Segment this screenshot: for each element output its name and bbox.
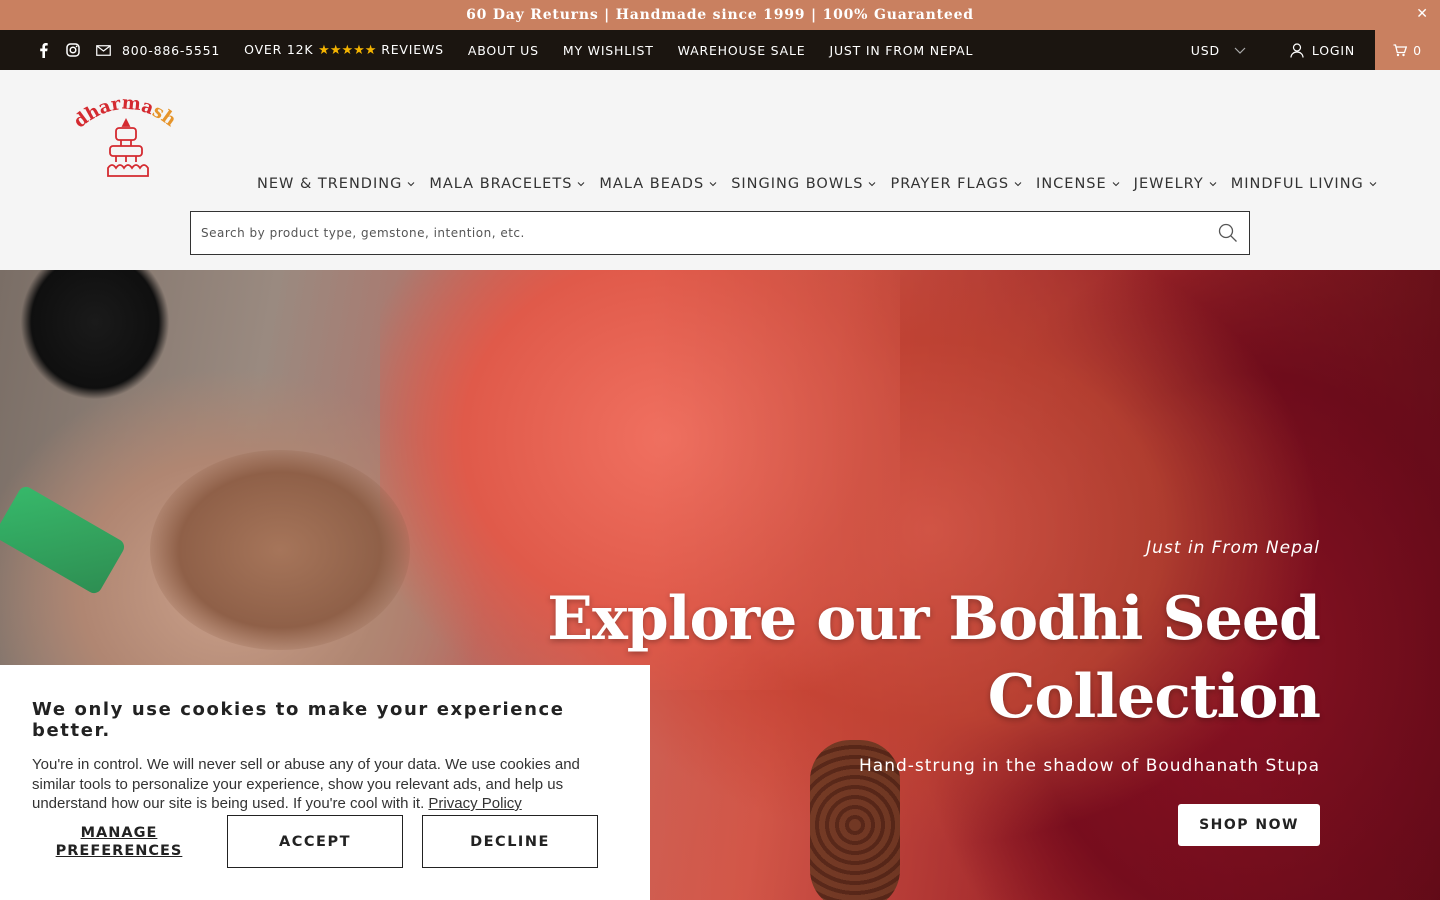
nav-new-trending[interactable]: NEW & TRENDING [257, 176, 415, 192]
login-label: LOGIN [1311, 42, 1355, 58]
dharmashop-logo[interactable]: dharmashop [72, 90, 180, 182]
site-header: dharmashop NEW & TRENDING MALA BRACELETS… [0, 70, 1440, 270]
currency-value: USD [1190, 42, 1220, 58]
instagram-icon[interactable] [58, 30, 88, 70]
nav-label: JEWELRY [1133, 176, 1204, 192]
manage-line: PREFERENCES [55, 842, 183, 859]
nav-label: MINDFUL LIVING [1230, 176, 1364, 192]
chevron-down-icon [1234, 47, 1246, 54]
hero-kicker: Just in From Nepal [1146, 538, 1320, 558]
facebook-icon[interactable] [28, 30, 58, 70]
announcement-bar: 60 Day Returns | Handmade since 1999 | 1… [0, 0, 1440, 30]
cart-button[interactable]: 0 [1375, 30, 1440, 70]
cart-icon [1393, 43, 1408, 56]
nav-label: PRAYER FLAGS [890, 176, 1010, 192]
just-in-from-nepal-link[interactable]: JUST IN FROM NEPAL [829, 43, 973, 58]
main-navigation: NEW & TRENDING MALA BRACELETS MALA BEADS… [257, 176, 1391, 192]
chevron-down-icon [1209, 182, 1217, 187]
warehouse-sale-link[interactable]: WAREHOUSE SALE [678, 43, 806, 58]
hero-subtitle: Hand-strung in the shadow of Boudhanath … [859, 756, 1320, 776]
nav-mala-beads[interactable]: MALA BEADS [599, 176, 717, 192]
search-icon[interactable] [1207, 223, 1249, 243]
manage-preferences-button[interactable]: MANAGE PREFERENCES [32, 824, 206, 860]
announcement-text: 60 Day Returns | Handmade since 1999 | 1… [466, 7, 974, 23]
hero-copy: Just in From Nepal Explore our Bodhi See… [547, 538, 1321, 846]
hero-title: Explore our Bodhi Seed Collection [547, 580, 1321, 736]
search-input[interactable] [191, 212, 1207, 254]
chevron-down-icon [1112, 182, 1120, 187]
nav-prayer-flags[interactable]: PRAYER FLAGS [890, 176, 1022, 192]
cookie-title: We only use cookies to make your experie… [32, 699, 565, 741]
phone-link[interactable]: 800-886-5551 [122, 43, 220, 58]
top-utility-bar: 800-886-5551 OVER 12K ★★★★★ REVIEWS ABOU… [0, 30, 1440, 70]
my-wishlist-link[interactable]: MY WISHLIST [563, 43, 654, 58]
reviews-link[interactable]: OVER 12K ★★★★★ REVIEWS [244, 42, 444, 58]
nav-label: SINGING BOWLS [731, 176, 864, 192]
chevron-down-icon [1014, 182, 1022, 187]
login-link[interactable]: LOGIN [1290, 43, 1355, 58]
close-icon[interactable]: ✕ [1416, 6, 1428, 22]
currency-selector[interactable]: USD [1191, 43, 1246, 58]
search-bar [190, 211, 1250, 255]
reviews-suffix: REVIEWS [381, 42, 444, 57]
chevron-down-icon [407, 182, 415, 187]
hero-title-line: Collection [987, 662, 1321, 732]
hero-title-line: Explore our Bodhi Seed [547, 584, 1321, 654]
nav-label: NEW & TRENDING [257, 176, 403, 192]
manage-line: MANAGE [80, 824, 158, 841]
nav-incense[interactable]: INCENSE [1036, 176, 1120, 192]
cookie-body: You're in control. We will never sell or… [32, 755, 592, 814]
about-us-link[interactable]: ABOUT US [468, 43, 539, 58]
shop-now-button[interactable]: SHOP NOW [1178, 804, 1320, 846]
reviews-prefix: OVER 12K [244, 42, 314, 57]
cookie-consent-banner: We only use cookies to make your experie… [0, 665, 650, 900]
privacy-policy-link[interactable]: Privacy Policy [428, 795, 521, 812]
nav-label: MALA BRACELETS [429, 176, 573, 192]
topbar-right: USD LOGIN 0 [1191, 30, 1440, 70]
chevron-down-icon [578, 182, 585, 187]
chevron-down-icon [709, 182, 717, 187]
nav-mindful-living[interactable]: MINDFUL LIVING [1231, 176, 1377, 192]
decline-button[interactable]: DECLINE [422, 815, 598, 868]
nav-singing-bowls[interactable]: SINGING BOWLS [731, 176, 876, 192]
chevron-down-icon [869, 182, 876, 187]
cookie-actions: MANAGE PREFERENCES ACCEPT DECLINE [32, 815, 617, 868]
cart-count: 0 [1413, 42, 1422, 58]
nav-label: MALA BEADS [599, 176, 705, 192]
mail-icon[interactable] [88, 30, 118, 70]
user-icon [1290, 42, 1304, 58]
topbar-left: 800-886-5551 OVER 12K ★★★★★ REVIEWS ABOU… [0, 30, 1191, 70]
chevron-down-icon [1369, 182, 1377, 187]
nav-jewelry[interactable]: JEWELRY [1134, 176, 1217, 192]
nav-label: INCENSE [1036, 176, 1107, 192]
reviews-stars: ★★★★★ [318, 43, 377, 58]
accept-button[interactable]: ACCEPT [227, 815, 403, 868]
nav-mala-bracelets[interactable]: MALA BRACELETS [429, 176, 585, 192]
